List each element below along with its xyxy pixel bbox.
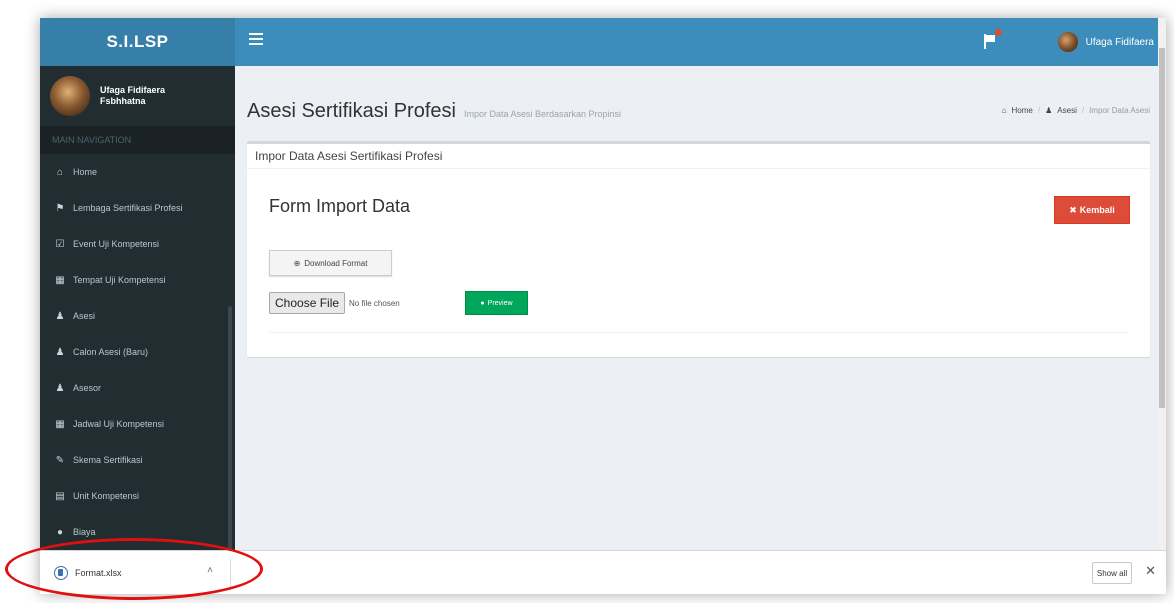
notification-badge bbox=[995, 29, 1002, 36]
user-menu[interactable]: Ufaga Fidifaera bbox=[1057, 30, 1154, 54]
download-label: Download Format bbox=[304, 258, 368, 268]
sidebar-item-tempat[interactable]: ▦ Tempat Uji Kompetensi bbox=[40, 262, 235, 298]
calendar-icon: ▦ bbox=[55, 418, 65, 430]
sidebar-item-asesi[interactable]: ♟ Asesi bbox=[40, 298, 235, 334]
sidebar-item-label: Unit Kompetensi bbox=[73, 491, 140, 501]
flag-icon: ⚑ bbox=[55, 202, 65, 214]
menu-icon[interactable] bbox=[249, 33, 263, 45]
top-navbar: Ufaga Fidifaera bbox=[235, 18, 1166, 66]
users-icon: ♟ bbox=[55, 310, 65, 322]
sidebar-scrollbar[interactable] bbox=[228, 306, 232, 550]
page-scrollbar[interactable] bbox=[1158, 18, 1166, 550]
page-header: Asesi Sertifikasi Profesi Impor Data Ase… bbox=[247, 100, 621, 123]
home-icon: ⌂ bbox=[1001, 106, 1007, 115]
download-icon: ⊕ bbox=[293, 258, 301, 268]
breadcrumb-current: Impor Data Asesi bbox=[1089, 106, 1150, 115]
app-logo[interactable]: S.I.LSP bbox=[40, 18, 235, 66]
home-icon: ⌂ bbox=[56, 166, 64, 178]
preview-button[interactable]: ● Preview bbox=[465, 291, 528, 315]
download-bar: Format.xlsx ˄ Show all ✕ bbox=[40, 550, 1166, 594]
file-input[interactable]: Choose File No file chosen bbox=[269, 292, 400, 314]
main-content: Asesi Sertifikasi Profesi Impor Data Ase… bbox=[235, 66, 1158, 550]
users-icon: ♟ bbox=[55, 346, 65, 358]
page-subtitle: Impor Data Asesi Berdasarkan Propinsi bbox=[463, 109, 622, 119]
document-icon: ▤ bbox=[55, 490, 65, 502]
sidebar-item-biaya[interactable]: ● Biaya bbox=[40, 514, 235, 550]
sidebar-item-label: Skema Sertifikasi bbox=[73, 455, 143, 465]
sidebar-user-name: Ufaga Fidifaera Fsbhhatna bbox=[100, 85, 166, 106]
sidebar: Ufaga Fidifaera Fsbhhatna MAIN NAVIGATIO… bbox=[40, 66, 235, 550]
sidebar-user-panel: Ufaga Fidifaera Fsbhhatna bbox=[40, 66, 235, 126]
logo-text: S.I.LSP bbox=[106, 32, 169, 51]
avatar bbox=[50, 76, 90, 116]
sidebar-item-asesor[interactable]: ♟ Asesor bbox=[40, 370, 235, 406]
money-icon: ● bbox=[56, 526, 64, 538]
breadcrumb-asesi[interactable]: Asesi bbox=[1057, 106, 1077, 115]
eye-icon: ● bbox=[480, 299, 485, 307]
file-icon bbox=[54, 566, 68, 580]
show-all-button[interactable]: Show all bbox=[1092, 562, 1132, 584]
sidebar-item-calon-asesi[interactable]: ♟ Calon Asesi (Baru) bbox=[40, 334, 235, 370]
chevron-up-icon[interactable]: ˄ bbox=[207, 565, 213, 576]
preview-label: Preview bbox=[487, 299, 513, 307]
kembali-button[interactable]: ✖ Kembali bbox=[1054, 196, 1130, 224]
sidebar-item-lembaga[interactable]: ⚑ Lembaga Sertifikasi Profesi bbox=[40, 190, 235, 226]
sidebar-item-label: Lembaga Sertifikasi Profesi bbox=[73, 203, 183, 213]
sidebar-item-event[interactable]: ☑ Event Uji Kompetensi bbox=[40, 226, 235, 262]
no-file-text: No file chosen bbox=[349, 298, 400, 308]
avatar bbox=[1057, 32, 1078, 52]
sidebar-item-label: Biaya bbox=[73, 527, 96, 537]
users-icon: ♟ bbox=[55, 382, 65, 394]
sidebar-item-skema[interactable]: ✎ Skema Sertifikasi bbox=[40, 442, 235, 478]
sidebar-item-label: Jadwal Uji Kompetensi bbox=[73, 419, 165, 429]
sidebar-item-unit[interactable]: ▤ Unit Kompetensi bbox=[40, 478, 235, 514]
download-file-name: Format.xlsx bbox=[75, 568, 122, 578]
users-icon: ♟ bbox=[1045, 106, 1053, 115]
sidebar-item-label: Calon Asesi (Baru) bbox=[73, 347, 149, 357]
flag-icon[interactable] bbox=[982, 29, 1002, 50]
kembali-label: Kembali bbox=[1079, 205, 1115, 215]
divider bbox=[230, 559, 231, 587]
checkbox-icon: ☑ bbox=[55, 238, 65, 250]
user-name: Ufaga Fidifaera bbox=[1085, 36, 1154, 48]
building-icon: ▦ bbox=[55, 274, 65, 286]
choose-file-button[interactable]: Choose File bbox=[269, 292, 346, 314]
sidebar-item-label: Asesi bbox=[73, 311, 96, 321]
sidebar-item-label: Tempat Uji Kompetensi bbox=[73, 275, 166, 285]
divider bbox=[269, 332, 1128, 333]
breadcrumb-home[interactable]: Home bbox=[1012, 106, 1033, 115]
page-title: Asesi Sertifikasi Profesi bbox=[247, 100, 456, 122]
box-title: Impor Data Asesi Sertifikasi Profesi bbox=[247, 144, 1150, 169]
import-box: Impor Data Asesi Sertifikasi Profesi For… bbox=[247, 141, 1150, 357]
close-icon: ✖ bbox=[1069, 204, 1077, 215]
breadcrumb: ⌂ Home / ♟ Asesi / Impor Data Asesi bbox=[1001, 106, 1150, 115]
sidebar-item-jadwal[interactable]: ▦ Jadwal Uji Kompetensi bbox=[40, 406, 235, 442]
sidebar-item-label: Asesor bbox=[73, 383, 102, 393]
sidebar-item-label: Home bbox=[73, 167, 98, 177]
download-item[interactable]: Format.xlsx ˄ bbox=[48, 557, 223, 589]
sidebar-item-label: Event Uji Kompetensi bbox=[73, 239, 160, 249]
download-format-button[interactable]: ⊕ Download Format bbox=[269, 250, 392, 276]
sidebar-section-header: MAIN NAVIGATION bbox=[40, 126, 235, 154]
edit-icon: ✎ bbox=[55, 454, 65, 466]
sidebar-item-home[interactable]: ⌂ Home bbox=[40, 154, 235, 190]
close-icon[interactable]: ✕ bbox=[1145, 563, 1156, 579]
form-title: Form Import Data bbox=[269, 196, 411, 216]
app-window: S.I.LSP Ufaga Fidifaera Ufaga Fidifaera … bbox=[40, 18, 1166, 594]
